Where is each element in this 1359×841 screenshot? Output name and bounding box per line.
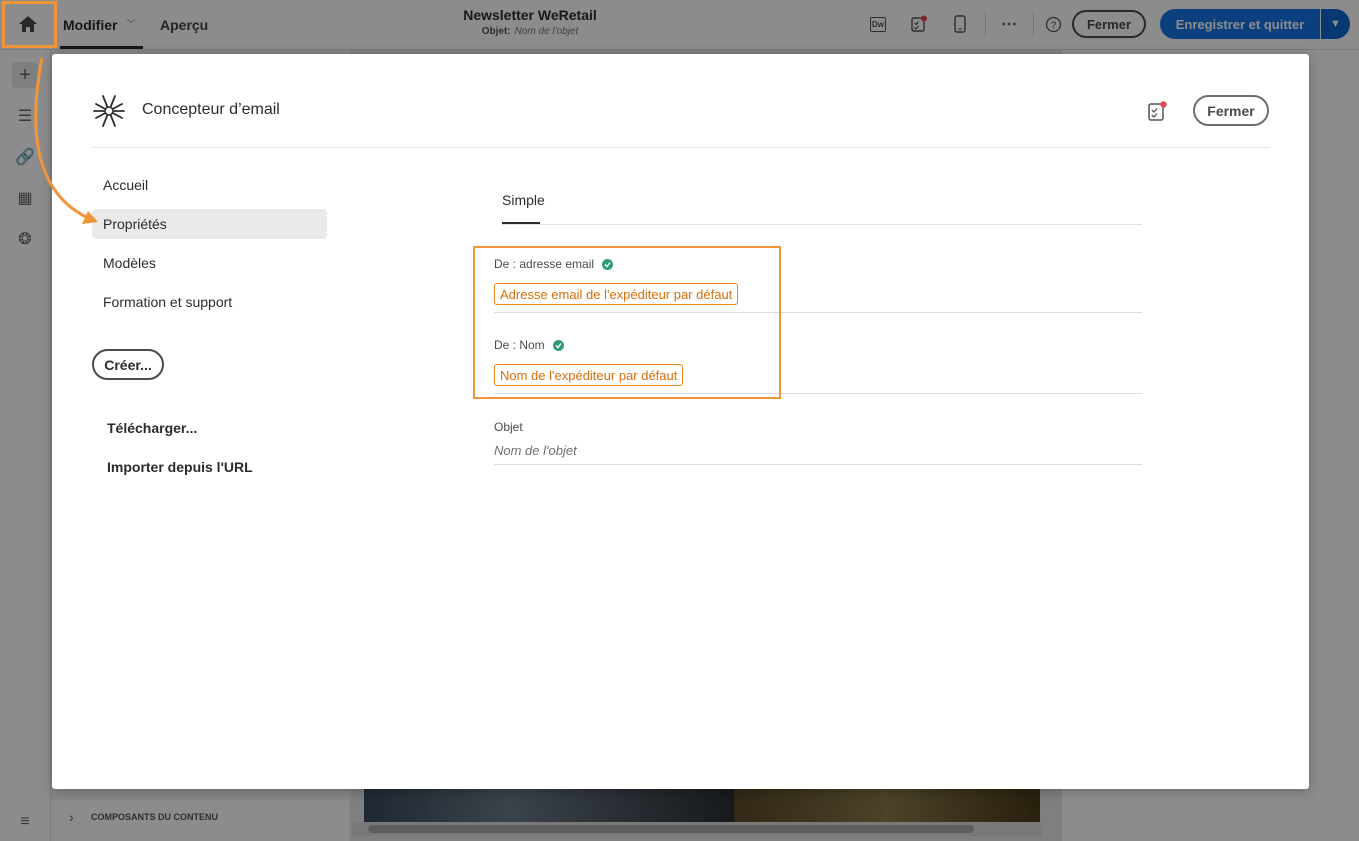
nav-item-modeles[interactable]: Modèles	[92, 248, 327, 278]
highlight-callout	[473, 246, 781, 399]
dialog-title: Concepteur d’email	[142, 101, 280, 118]
checklist-icon[interactable]	[1146, 100, 1168, 122]
subject-label: Objet	[494, 420, 523, 434]
nav-item-accueil[interactable]: Accueil	[92, 170, 327, 200]
dialog-close-button[interactable]: Fermer	[1193, 95, 1269, 126]
home-highlight-callout	[2, 1, 57, 48]
download-link[interactable]: Télécharger...	[107, 420, 197, 436]
nav-item-formation[interactable]: Formation et support	[92, 287, 327, 317]
email-designer-dialog: Concepteur d’email Fermer Accueil Propri…	[52, 54, 1309, 789]
subject-label-text: Objet	[494, 420, 523, 434]
tab-divider	[502, 224, 1142, 225]
divider	[92, 147, 1270, 148]
email-designer-logo-icon	[93, 95, 125, 127]
tab-simple[interactable]: Simple	[502, 192, 545, 208]
field-divider	[494, 464, 1142, 465]
import-url-link[interactable]: Importer depuis l'URL	[107, 459, 253, 475]
create-button[interactable]: Créer...	[92, 349, 164, 380]
nav-item-proprietes[interactable]: Propriétés	[92, 209, 327, 239]
subject-field[interactable]: Nom de l'objet	[494, 443, 577, 458]
